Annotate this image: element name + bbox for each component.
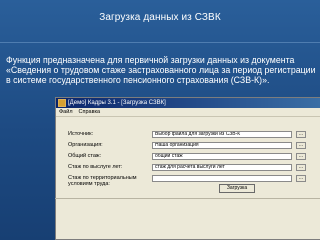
window-titlebar: [Демо] Кадры 3.1 - [Загрузка СЗВК] — [56, 98, 320, 108]
load-button[interactable]: Загрузка — [219, 184, 255, 193]
territorial-field[interactable] — [152, 175, 292, 182]
window-title: [Демо] Кадры 3.1 - [Загрузка СЗВК] — [68, 100, 166, 106]
total-experience-browse-button[interactable]: ... — [296, 153, 306, 160]
organization-label: Организация: — [68, 142, 103, 148]
seniority-browse-button[interactable]: ... — [296, 164, 306, 171]
total-experience-label: Общий стаж: — [68, 153, 102, 159]
row-territorial: Стаж по территориальным условиям труда: … — [68, 175, 313, 189]
seniority-label: Стаж по выслуге лет: — [68, 164, 123, 170]
app-window: [Демо] Кадры 3.1 - [Загрузка СЗВК] Файл … — [55, 97, 320, 240]
organization-browse-button[interactable]: ... — [296, 142, 306, 149]
title-divider — [0, 42, 320, 43]
slide-title: Загрузка данных из СЗВК — [99, 12, 221, 23]
app-icon — [58, 99, 66, 107]
total-experience-field[interactable]: общий стаж — [152, 153, 292, 160]
source-label: Источник: — [68, 131, 94, 137]
menu-file[interactable]: Файл — [59, 109, 73, 115]
source-browse-button[interactable]: ... — [296, 131, 306, 138]
menubar: Файл Справка — [56, 108, 320, 117]
seniority-field[interactable]: стаж для расчета выслуги лет — [152, 164, 292, 171]
slide-description: Функция предназначена для первичной загр… — [6, 55, 316, 85]
window-footer-divider — [55, 198, 320, 199]
source-field[interactable]: Выбор файла для загрузки из СЗВ-К — [152, 131, 292, 138]
territorial-label: Стаж по территориальным условиям труда: — [68, 175, 137, 187]
menu-help[interactable]: Справка — [79, 109, 101, 115]
territorial-browse-button[interactable]: ... — [296, 175, 306, 182]
organization-field[interactable]: Наша организация — [152, 142, 292, 149]
